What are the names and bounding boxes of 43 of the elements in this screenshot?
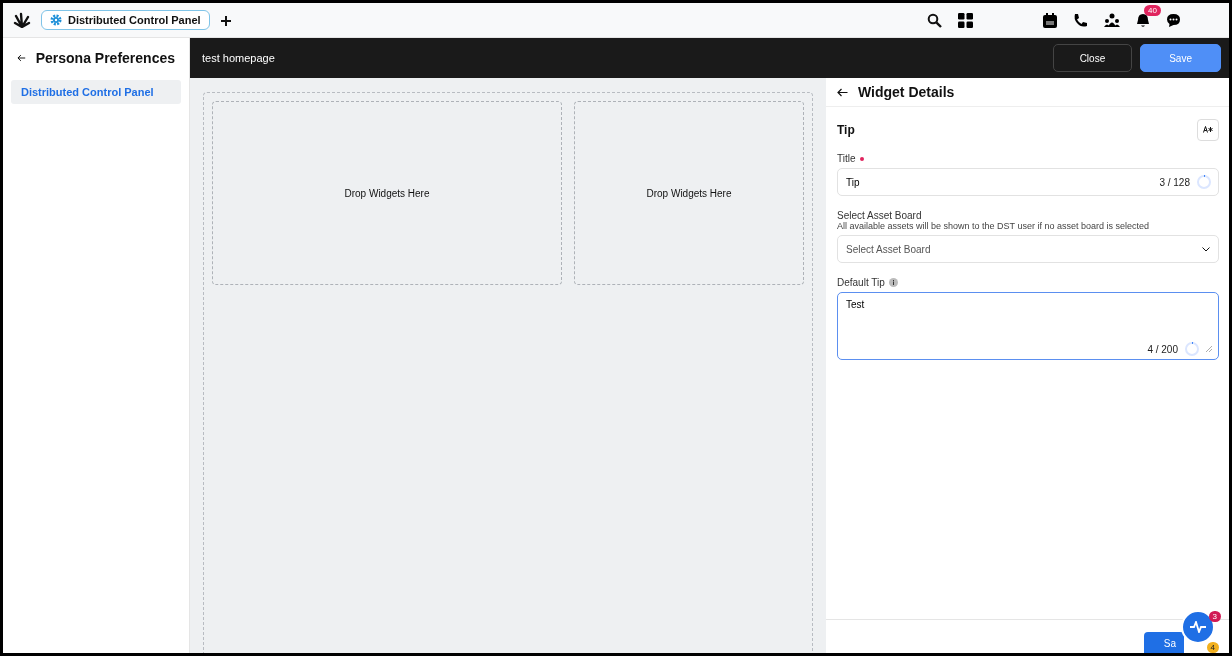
calendar-icon[interactable] xyxy=(1043,12,1057,28)
asset-board-dropdown[interactable]: Select Asset Board xyxy=(837,235,1219,263)
search-icon[interactable] xyxy=(927,12,942,28)
title-field[interactable]: Tip 3 / 128 xyxy=(837,168,1219,196)
bell-icon[interactable] xyxy=(1136,12,1150,28)
back-arrow-icon[interactable] xyxy=(837,87,848,97)
character-counter: 3 / 128 xyxy=(1159,176,1190,188)
default-tip-textarea[interactable]: Test xyxy=(846,299,1210,329)
close-button[interactable]: Close xyxy=(1052,44,1133,72)
info-icon[interactable] xyxy=(888,278,898,287)
logo-icon[interactable] xyxy=(13,12,31,28)
drop-zone[interactable]: Drop Widgets Here xyxy=(574,101,804,285)
field-label: Select Asset Board xyxy=(837,210,922,221)
progress-ring-icon xyxy=(1196,174,1212,190)
phone-icon[interactable] xyxy=(1073,12,1088,28)
people-icon[interactable] xyxy=(1104,12,1120,28)
chat-icon[interactable] xyxy=(1166,12,1181,28)
pulse-icon xyxy=(1190,621,1206,633)
notification-badge: 40 xyxy=(1144,4,1161,16)
sidebar-item[interactable]: Distributed Control Panel xyxy=(11,80,181,104)
resize-handle-icon[interactable] xyxy=(1206,346,1212,352)
count-badge: 3 xyxy=(1208,611,1221,622)
field-hint: All available assets will be shown to the DST user if no asset board is selected xyxy=(837,221,1150,231)
section-title: Tip xyxy=(837,123,855,137)
save-button[interactable]: Sa xyxy=(1143,632,1184,653)
chevron-down-icon xyxy=(1202,246,1210,252)
character-counter: 4 / 200 xyxy=(1147,343,1178,355)
panel-title: Widget Details xyxy=(858,84,955,100)
field-label: Default Tip xyxy=(837,277,885,288)
field-label: Title xyxy=(837,153,856,164)
tab[interactable]: Distributed Control Panel xyxy=(41,10,210,30)
progress-ring-icon xyxy=(1184,341,1200,357)
text-style-button[interactable] xyxy=(1197,119,1219,141)
sidebar-title: Persona Preferences xyxy=(35,50,175,66)
title-input[interactable]: Tip xyxy=(846,176,1154,188)
font-star-icon xyxy=(1203,126,1213,133)
default-tip-field[interactable]: Test 4 / 200 xyxy=(837,292,1219,360)
back-arrow-icon[interactable] xyxy=(17,54,26,62)
count-badge: 4 xyxy=(1206,642,1219,653)
page-title: test homepage xyxy=(202,52,275,64)
grid-icon[interactable] xyxy=(958,12,973,28)
drop-zone[interactable]: Drop Widgets Here xyxy=(212,101,562,285)
activity-help-button[interactable] xyxy=(1181,610,1215,644)
